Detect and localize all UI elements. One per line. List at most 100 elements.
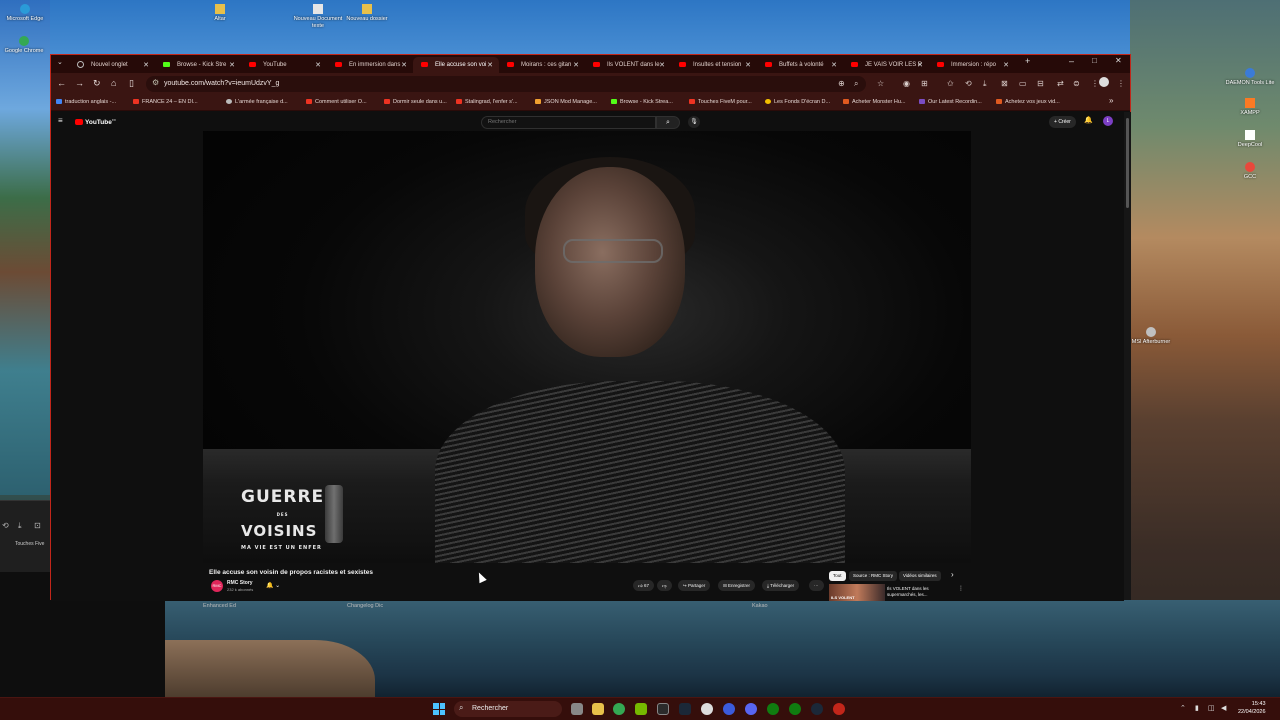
sidebar-icon[interactable]: ▯ — [129, 78, 134, 89]
download-icon[interactable]: ⤓ — [983, 79, 987, 89]
xbox-icon[interactable] — [767, 703, 779, 715]
home-icon[interactable]: ⌂ — [111, 78, 116, 88]
bookmark-0[interactable]: traduction anglais -... — [56, 99, 116, 105]
download-button[interactable]: ⤓ Télécharger — [762, 580, 800, 591]
bookmark-11[interactable]: Our Latest Recordin... — [919, 99, 982, 105]
volume-icon[interactable]: ◀ — [1221, 704, 1226, 712]
close-tab-icon[interactable]: ✕ — [1003, 61, 1009, 69]
forward-icon[interactable]: → — [75, 78, 84, 88]
extensions-puzzle-icon[interactable]: ⊞ — [921, 79, 928, 88]
taskbar-search[interactable]: ⌕ Rechercher — [454, 701, 562, 717]
bookmark-6[interactable]: JSON Mod Manage... — [535, 99, 597, 105]
site-info-icon[interactable]: ⚙ — [152, 78, 159, 87]
network-icon[interactable]: ◫ — [1208, 704, 1215, 712]
chips-next-icon[interactable]: › — [951, 570, 954, 579]
close-tab-icon[interactable]: ✕ — [831, 61, 837, 69]
steam-app-icon[interactable] — [811, 703, 823, 715]
desktop-icon-new-folder[interactable]: Nouveau dossier — [337, 4, 397, 23]
tab-7[interactable]: Insultes et tension ✕ — [671, 57, 757, 73]
account-avatar[interactable]: L — [1103, 116, 1113, 126]
bookmark-3[interactable]: Comment utiliser O... — [306, 99, 367, 105]
bookmark-5[interactable]: Stalingrad, l'enfer s'... — [456, 99, 518, 105]
bookmark-9[interactable]: Les Fonds D'écran D... — [765, 99, 830, 105]
screenshot-icon[interactable]: ⊟ — [1037, 79, 1044, 88]
bookmark-star-icon[interactable]: ☆ — [877, 79, 884, 88]
tab-0[interactable]: Nouvel onglet ✕ — [69, 57, 155, 73]
sync-icon[interactable]: ⇄ — [1057, 79, 1064, 88]
address-bar[interactable]: ⚙ youtube.com/watch?v=ieumUdzvY_g ⊕ ⌕ — [146, 76, 866, 92]
bookmark-10[interactable]: Acheter Monster Hu... — [843, 99, 906, 105]
desktop-icon-edge[interactable]: Microsoft Edge — [0, 4, 55, 23]
app-icon[interactable] — [701, 703, 713, 715]
task-view-icon[interactable] — [571, 703, 583, 715]
tab-8[interactable]: Buffets à volonté ✕ — [757, 57, 843, 73]
minimize-button[interactable]: – — [1069, 56, 1074, 66]
extension-icon[interactable]: ◉ — [903, 79, 910, 88]
chip-similar[interactable]: Vidéos similaires — [899, 571, 941, 581]
tab-search-icon[interactable]: ⌄ — [57, 58, 63, 66]
bookmark-12[interactable]: Achetez vos jeux vid... — [996, 99, 1060, 105]
bookmark-2[interactable]: L'armée française d... — [226, 99, 288, 105]
bookmark-7[interactable]: Browse - Kick Strea... — [611, 99, 673, 105]
more-actions-button[interactable]: ··· — [809, 580, 824, 591]
desktop-icon-gcc[interactable]: GCC — [1220, 162, 1280, 181]
translate-icon[interactable]: ⊜ — [1073, 79, 1080, 88]
maximize-button[interactable]: □ — [1092, 56, 1097, 65]
menu-icon[interactable]: ⋮ — [1117, 79, 1125, 88]
tab-9[interactable]: JE VAIS VOIR LES P ✕ — [843, 57, 929, 73]
like-button[interactable]: 👍︎ 67 — [633, 580, 654, 591]
privacy-icon[interactable]: ⊠ — [1001, 79, 1008, 88]
discord-icon[interactable] — [745, 703, 757, 715]
tab-4-active[interactable]: Elle accuse son voi ✕ — [413, 57, 499, 73]
search-input[interactable]: Rechercher — [481, 116, 656, 129]
desktop-icon-altar[interactable]: Altar — [190, 4, 250, 23]
back-icon[interactable]: ← — [57, 78, 66, 88]
nvidia-icon[interactable] — [635, 703, 647, 715]
chip-all[interactable]: Tout — [829, 571, 846, 581]
recommendation-thumbnail[interactable]: ILS VOLENT — [829, 584, 885, 601]
reload-icon[interactable]: ↻ — [93, 78, 101, 89]
bookmark-1[interactable]: FRANCE 24 – EN DI... — [133, 99, 198, 105]
tray-chevron-icon[interactable]: ⌃ — [1180, 704, 1186, 712]
recommendation-menu-icon[interactable]: ⋮ — [958, 585, 964, 592]
channel-name[interactable]: RMC Story — [227, 580, 253, 586]
page-scrollbar[interactable] — [1124, 112, 1131, 600]
bookmarks-overflow-button[interactable]: » — [1109, 96, 1113, 105]
close-tab-icon[interactable]: ✕ — [401, 61, 407, 69]
close-tab-icon[interactable]: ✕ — [229, 61, 235, 69]
close-tab-icon[interactable]: ✕ — [573, 61, 579, 69]
search-button[interactable]: ⌕ — [656, 116, 680, 129]
launcher-icon[interactable] — [723, 703, 735, 715]
taskbar-clock[interactable]: 15:43 22/04/2026 — [1238, 700, 1266, 716]
bookmark-8[interactable]: Touches FiveM pour... — [689, 99, 752, 105]
tab-1[interactable]: Browse - Kick Stre ✕ — [155, 57, 241, 73]
steam-icon[interactable] — [679, 703, 691, 715]
tab-3[interactable]: En immersion dans ✕ — [327, 57, 413, 73]
channel-avatar[interactable]: RMC — [211, 580, 223, 592]
close-tab-icon[interactable]: ✕ — [315, 61, 321, 69]
share-button[interactable]: ↪ Partager — [678, 580, 711, 591]
close-tab-icon[interactable]: ✕ — [487, 61, 493, 69]
new-tab-button[interactable]: + — [1025, 56, 1030, 66]
start-button[interactable] — [433, 703, 445, 715]
close-window-button[interactable]: ✕ — [1115, 56, 1122, 65]
favorites-icon[interactable]: ✩ — [947, 79, 954, 88]
recommendation-title[interactable]: Ils VOLENT dans les supermarchés, les... — [887, 586, 947, 598]
install-icon[interactable]: ⊕ — [838, 79, 845, 88]
tab-5[interactable]: Moirans : ces gitan ✕ — [499, 57, 585, 73]
opera-gx-icon[interactable] — [833, 703, 845, 715]
delete-icon[interactable]: ▭ — [1019, 79, 1027, 88]
save-button[interactable]: ⊟ Enregistrer — [718, 580, 756, 591]
profile-icon[interactable] — [1099, 77, 1109, 87]
zoom-icon[interactable]: ⌕ — [854, 79, 858, 89]
scrollbar-thumb[interactable] — [1126, 118, 1129, 208]
close-tab-icon[interactable]: ✕ — [917, 61, 923, 69]
desktop-icon-xampp[interactable]: XAMPP — [1220, 98, 1280, 117]
create-button[interactable]: + Créer — [1049, 116, 1076, 128]
tab-10[interactable]: Immersion : répo ✕ — [929, 57, 1015, 73]
xbox-app-icon[interactable] — [789, 703, 801, 715]
desktop-icon-daemon[interactable]: DAEMON Tools Lite — [1220, 68, 1280, 87]
close-tab-icon[interactable]: ✕ — [745, 61, 751, 69]
battery-icon[interactable]: ▮ — [1195, 704, 1199, 712]
chip-source[interactable]: Source : RMC Story — [849, 571, 898, 581]
